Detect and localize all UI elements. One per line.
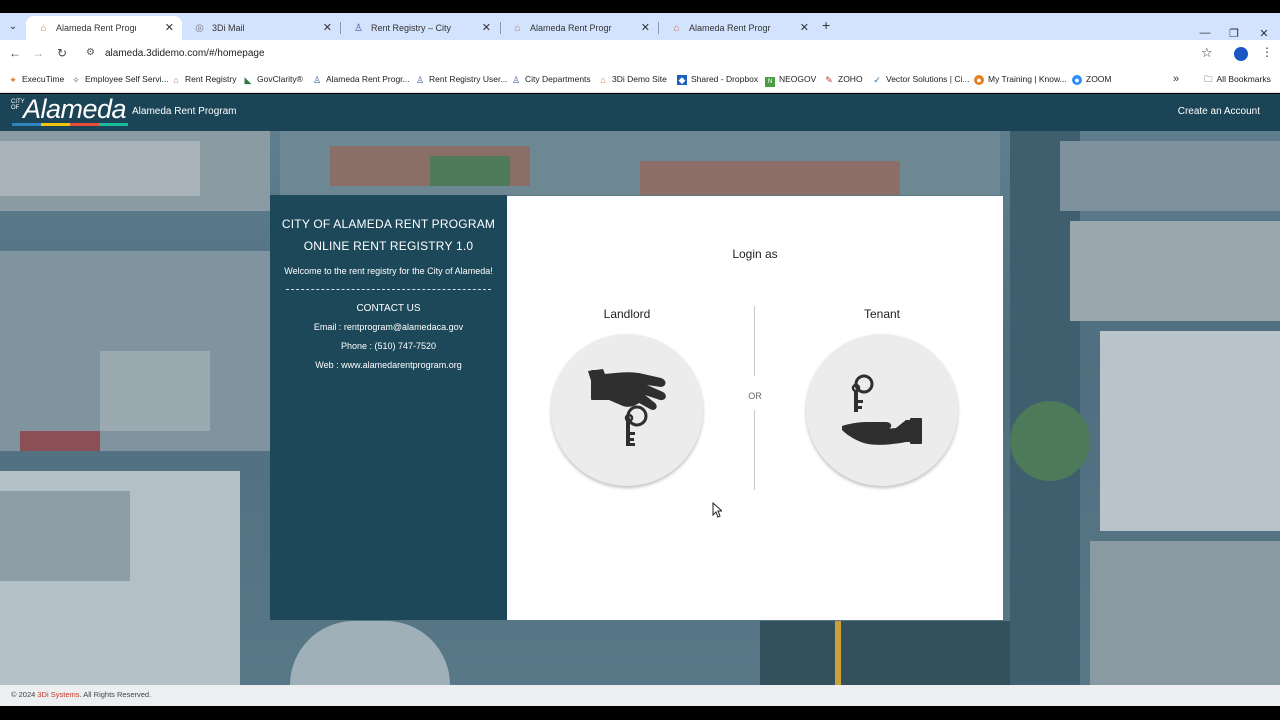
tenant-label[interactable]: Tenant <box>802 307 962 321</box>
screen-top-border <box>0 0 1280 13</box>
neogov-icon: N <box>765 77 775 87</box>
close-icon[interactable]: ✕ <box>482 16 491 40</box>
forward-arrow-icon[interactable]: → <box>30 46 46 60</box>
pencil-icon: ✎ <box>825 75 833 85</box>
logo-bar-segment <box>12 123 41 126</box>
training-icon: ● <box>974 75 984 85</box>
person-icon: ♙ <box>415 75 425 85</box>
contact-web[interactable]: Web : www.alamedarentprogram.org <box>270 360 507 370</box>
vertical-divider-top <box>754 306 755 376</box>
open-hand-with-key-icon <box>842 374 922 445</box>
site-info-icon[interactable]: ⚙ <box>86 47 95 58</box>
logo-bar-segment <box>99 123 128 126</box>
tab-strip: ⌄ ⌂ Alameda Rent Program ✕ ◎ 3Di Mail ✕ … <box>0 13 1280 40</box>
reload-icon[interactable]: ↻ <box>54 46 70 60</box>
bookmark-city-departments[interactable]: ♙ City Departments <box>511 74 591 85</box>
tab-alameda-rent-program-2[interactable]: ⌂ Alameda Rent Program ✕ <box>500 16 658 40</box>
bookmark-shared-dropbox[interactable]: ◆ Shared - Dropbox <box>677 74 758 85</box>
tab-alameda-rent-program-1[interactable]: ⌂ Alameda Rent Program ✕ <box>26 16 182 40</box>
star-icon: ✦ <box>9 75 17 85</box>
house-favicon-icon: ⌂ <box>40 23 47 34</box>
tab-rent-registry[interactable]: ♙ Rent Registry – City of Alameda ✕ <box>341 16 499 40</box>
bookmark-employee-self-service[interactable]: ✧ Employee Self Servi... <box>71 74 168 85</box>
address-bar[interactable]: ⚙ alameda.3didemo.com/#/homepage <box>80 43 1220 66</box>
landlord-login-button[interactable] <box>551 334 703 486</box>
contact-email[interactable]: Email : rentprogram@alamedaca.gov <box>270 322 507 332</box>
person-favicon-icon: ♙ <box>354 23 363 34</box>
hand-with-keys-icon <box>588 369 666 446</box>
logo-color-bar <box>12 123 128 126</box>
login-as-heading: Login as <box>732 247 778 261</box>
bookmark-govclarity[interactable]: ◣ GovClarity® <box>243 74 303 85</box>
house-icon: ⌂ <box>173 75 179 85</box>
close-icon[interactable]: ✕ <box>165 16 174 40</box>
site-header: CITY OF Alameda Alameda Rent Program Cre… <box>0 94 1280 131</box>
new-tab-plus-icon[interactable]: + <box>822 17 830 33</box>
program-title: CITY OF ALAMEDA RENT PROGRAM ONLINE RENT… <box>281 217 496 253</box>
vertical-divider-bottom <box>754 410 755 490</box>
screen-bottom-border <box>0 706 1280 720</box>
or-separator: OR <box>748 391 762 401</box>
mouse-cursor-icon <box>712 502 722 518</box>
zoom-icon: ● <box>1072 75 1082 85</box>
mail-favicon-icon: ◎ <box>195 23 204 34</box>
site-name: Alameda Rent Program <box>132 106 237 117</box>
bookmark-zoom[interactable]: ● ZOOM <box>1072 74 1112 85</box>
tab-search-icon[interactable]: ⌄ <box>4 18 22 36</box>
tab-alameda-rent-program-3[interactable]: ⌂ Alameda Rent Program ✕ <box>659 16 817 40</box>
create-account-link[interactable]: Create an Account <box>1178 106 1260 117</box>
bookmark-3di-demo-site[interactable]: ⌂ 3Di Demo Site <box>598 74 667 85</box>
bookmark-zoho[interactable]: ✎ ZOHO <box>824 74 862 85</box>
bookmark-executime[interactable]: ✦ ExecuTime <box>8 74 64 85</box>
url-text[interactable]: alameda.3didemo.com/#/homepage <box>105 48 265 59</box>
close-icon[interactable]: ✕ <box>641 16 650 40</box>
contact-heading: CONTACT US <box>356 303 421 314</box>
bookmark-rent-registry[interactable]: ⌂ Rent Registry <box>171 74 236 85</box>
check-icon: ✓ <box>873 75 881 85</box>
site-footer: © 2024 3Di Systems. All Rights Reserved. <box>0 685 1280 706</box>
dropbox-icon: ◆ <box>677 75 687 85</box>
back-arrow-icon[interactable]: ← <box>7 46 23 60</box>
welcome-text: Welcome to the rent registry for the Cit… <box>284 266 493 276</box>
info-panel: CITY OF ALAMEDA RENT PROGRAM ONLINE RENT… <box>270 195 507 620</box>
person-icon: ♙ <box>511 75 521 85</box>
flag-icon: ◣ <box>244 75 252 85</box>
house-favicon-icon: ⌂ <box>514 23 521 34</box>
profile-avatar-icon[interactable] <box>1234 47 1248 61</box>
dashed-divider <box>286 289 491 290</box>
logo-city-text: CITY OF <box>11 99 25 111</box>
bookmarks-bar: ✦ ExecuTime ✧ Employee Self Servi... ⌂ Rent… <box>0 69 1280 93</box>
logo-alameda[interactable]: Alameda <box>23 94 127 125</box>
bookmark-star-icon[interactable]: ☆ <box>1201 45 1213 61</box>
close-icon[interactable]: ✕ <box>800 16 809 40</box>
person-icon: ♙ <box>312 75 322 85</box>
tenant-login-button[interactable] <box>806 334 958 486</box>
house-icon: ⌂ <box>600 75 606 85</box>
close-icon[interactable]: ✕ <box>323 16 332 40</box>
footer-brand-link[interactable]: 3Di Systems <box>37 690 79 699</box>
folder-icon: 🗀 <box>1204 74 1213 84</box>
browser-menu-icon[interactable]: ⋮ <box>1261 45 1273 59</box>
link-icon: ✧ <box>72 75 80 85</box>
window-close-icon[interactable]: ✕ <box>1254 27 1274 40</box>
restore-icon[interactable]: ❐ <box>1224 27 1244 40</box>
bookmark-my-training[interactable]: ● My Training | Know... <box>974 74 1067 85</box>
bookmark-neogov[interactable]: N NEOGOV <box>765 74 816 87</box>
tab-3di-mail[interactable]: ◎ 3Di Mail ✕ <box>182 16 340 40</box>
minimize-icon[interactable]: — <box>1195 27 1215 39</box>
browser-toolbar: ← → ↻ ⚙ alameda.3didemo.com/#/homepage <box>0 40 1280 69</box>
bookmarks-overflow-icon[interactable]: » <box>1173 73 1179 85</box>
landlord-label[interactable]: Landlord <box>547 307 707 321</box>
all-bookmarks-folder[interactable]: 🗀 All Bookmarks <box>1204 74 1271 88</box>
logo-bar-segment <box>70 123 99 126</box>
contact-phone: Phone : (510) 747-7520 <box>340 341 437 351</box>
logo-bar-segment <box>41 123 70 126</box>
bookmark-rent-registry-user[interactable]: ♙ Rent Registry User... <box>415 74 507 85</box>
bookmark-vector-solutions[interactable]: ✓ Vector Solutions | Ci... <box>872 74 969 85</box>
house-favicon-icon: ⌂ <box>673 23 680 34</box>
login-panel: Login as Landlord OR Tenant <box>507 196 1003 620</box>
copyright-text: © 2024 3Di Systems. All Rights Reserved. <box>11 690 152 699</box>
bookmark-alameda-rent-program[interactable]: ♙ Alameda Rent Progr... <box>312 74 410 85</box>
